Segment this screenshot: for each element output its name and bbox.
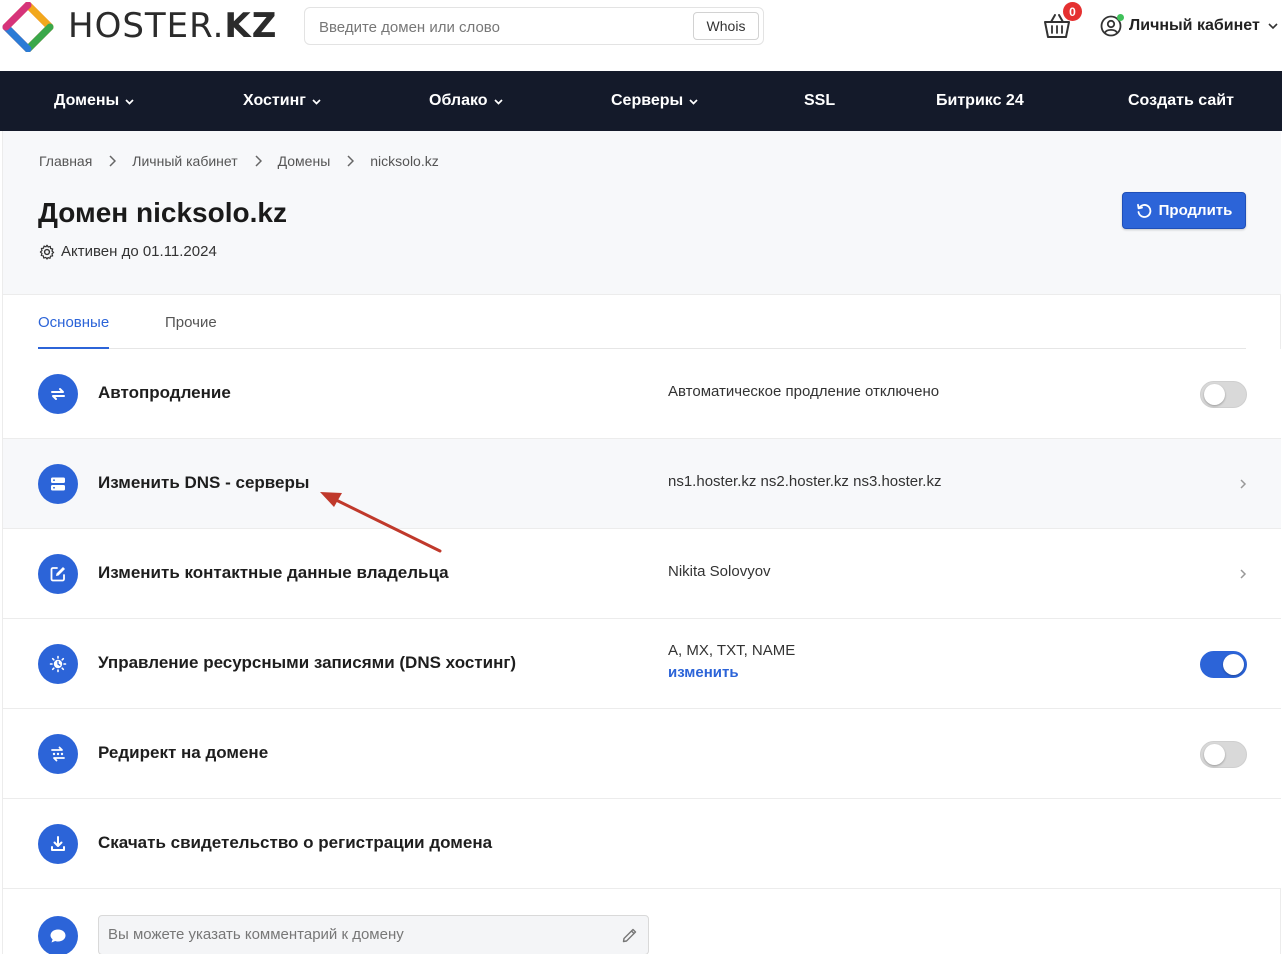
chevron-down-icon <box>125 98 134 105</box>
renew-button[interactable]: Продлить <box>1122 192 1246 229</box>
renew-icon <box>1136 203 1151 218</box>
comment-icon <box>38 916 78 954</box>
chevron-right-icon <box>255 155 262 167</box>
row-dns-hosting[interactable]: Управление ресурсными записями (DNS хост… <box>3 619 1281 709</box>
row-label: Управление ресурсными записями (DNS хост… <box>98 653 517 672</box>
nav-item-label: Создать сайт <box>1128 92 1234 109</box>
domain-status: Активен до 01.11.2024 <box>39 243 217 260</box>
domain-header-section: Главная Личный кабинет Домены nicksolo.k… <box>3 131 1281 295</box>
nav-item-label: Облако <box>429 92 488 109</box>
logo-text[interactable]: HOSTER.KZ <box>68 6 277 46</box>
edit-records-link[interactable]: изменить <box>668 664 739 681</box>
nav-item-servers[interactable]: Серверы <box>611 71 699 131</box>
chevron-right-icon <box>347 155 355 167</box>
status-text: Активен до 01.11.2024 <box>61 243 217 260</box>
domain-tabs: Основные Прочие <box>38 296 1246 349</box>
row-redirect[interactable]: Редирект на домене <box>3 709 1281 799</box>
main-nav: Домены Хостинг Облако Серверы SSL Битрик… <box>0 71 1282 131</box>
nav-item-label: SSL <box>804 92 836 109</box>
nav-item-create-site[interactable]: Создать сайт <box>1128 71 1234 131</box>
row-label: Автопродление <box>98 383 231 402</box>
nav-item-label: Хостинг <box>243 92 306 109</box>
row-value: Nikita Solovyov <box>668 563 771 580</box>
domain-search-input[interactable] <box>319 16 679 38</box>
account-menu[interactable]: Личный кабинет <box>1100 14 1279 38</box>
logo-text-bold: KZ <box>224 6 278 46</box>
row-label: Изменить DNS - серверы <box>98 473 310 492</box>
toggle-knob <box>1204 744 1225 765</box>
domain-search: Whois <box>304 7 764 45</box>
breadcrumb: Главная Личный кабинет Домены nicksolo.k… <box>39 153 439 169</box>
row-value: A, MX, TXT, NAME <box>668 642 796 659</box>
chevron-down-icon <box>493 98 503 105</box>
nav-item-ssl[interactable]: SSL <box>804 71 835 131</box>
nav-item-label: Домены <box>54 92 120 109</box>
row-value: Автоматическое продление отключено <box>668 383 940 400</box>
row-download-certificate[interactable]: Скачать свидетельство о регистрации доме… <box>3 799 1281 889</box>
breadcrumb-item-home[interactable]: Главная <box>39 153 92 169</box>
nav-item-cloud[interactable]: Облако <box>429 71 504 131</box>
breadcrumb-item-current: nicksolo.kz <box>370 153 439 169</box>
toggle-knob <box>1204 384 1225 405</box>
gear-icon <box>39 244 55 260</box>
comment-field[interactable] <box>98 915 649 954</box>
chevron-down-icon <box>1268 23 1278 30</box>
row-autorenew[interactable]: Автопродление Автоматическое продление о… <box>3 349 1281 439</box>
hoster-logo-icon[interactable] <box>2 2 54 52</box>
cart-count-badge: 0 <box>1063 2 1082 21</box>
edit-icon <box>38 554 78 594</box>
chevron-down-icon <box>312 98 321 105</box>
nav-item-label: Серверы <box>611 92 684 109</box>
nav-item-domains[interactable]: Домены <box>54 71 135 131</box>
breadcrumb-item-account[interactable]: Личный кабинет <box>132 153 237 169</box>
row-value: ns1.hoster.kz ns2.hoster.kz ns3.hoster.k… <box>668 473 942 490</box>
row-owner-contacts[interactable]: Изменить контактные данные владельца Nik… <box>3 529 1281 619</box>
whois-button[interactable]: Whois <box>693 12 759 40</box>
breadcrumb-item-domains[interactable]: Домены <box>278 153 331 169</box>
site-header: HOSTER.KZ Whois 0 Личный кабинет <box>0 0 1282 71</box>
logo-text-light: HOSTER. <box>68 6 225 46</box>
comment-input[interactable] <box>108 926 608 948</box>
row-label: Изменить контактные данные владельца <box>98 563 449 582</box>
tab-main[interactable]: Основные <box>38 314 110 349</box>
nav-item-bitrix24[interactable]: Битрикс 24 <box>936 71 1024 131</box>
dns-hosting-icon <box>38 644 78 684</box>
autorenew-toggle[interactable] <box>1200 381 1247 408</box>
sync-icon <box>38 374 78 414</box>
dns-hosting-toggle[interactable] <box>1200 651 1247 678</box>
account-label: Личный кабинет <box>1129 17 1260 34</box>
chevron-right-icon <box>1240 569 1247 579</box>
tab-other[interactable]: Прочие <box>165 314 217 331</box>
redirect-toggle[interactable] <box>1200 741 1247 768</box>
chevron-right-icon <box>109 155 117 167</box>
redirect-icon <box>38 734 78 774</box>
page-title: Домен nicksolo.kz <box>38 197 287 228</box>
nav-item-hosting[interactable]: Хостинг <box>243 71 322 131</box>
online-status-dot <box>1117 14 1124 21</box>
renew-button-label: Продлить <box>1158 202 1233 219</box>
download-icon <box>38 824 78 864</box>
domain-content-panel: Главная Личный кабинет Домены nicksolo.k… <box>2 131 1281 954</box>
pencil-icon <box>622 928 637 943</box>
row-dns-servers[interactable]: Изменить DNS - серверы ns1.hoster.kz ns2… <box>3 439 1281 529</box>
chevron-down-icon <box>689 98 698 105</box>
nav-item-label: Битрикс 24 <box>936 92 1024 109</box>
chevron-right-icon <box>1240 479 1247 489</box>
server-icon <box>38 464 78 504</box>
row-comment <box>3 889 1281 954</box>
row-label: Редирект на домене <box>98 743 269 762</box>
row-label: Скачать свидетельство о регистрации доме… <box>98 833 493 852</box>
toggle-knob <box>1223 654 1244 675</box>
